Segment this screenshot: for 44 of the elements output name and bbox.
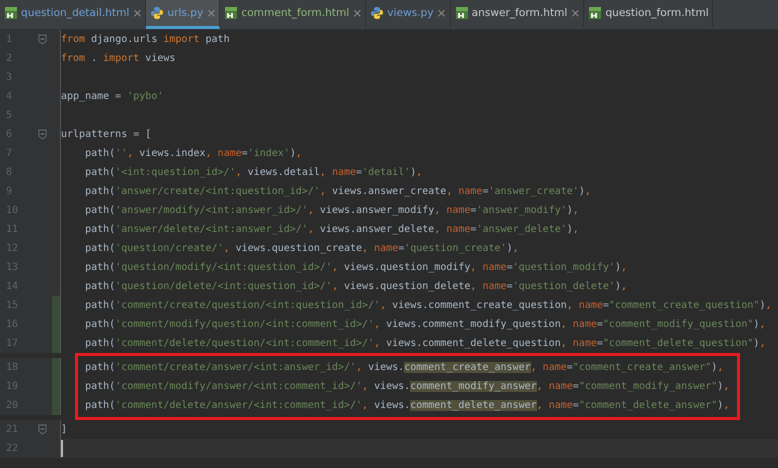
code-line: path('question/create/', views.question_create, name='question_create'), [84, 243, 519, 254]
html-file-icon [224, 6, 238, 20]
close-icon[interactable]: × [570, 6, 580, 20]
html-file-icon [4, 6, 18, 20]
html-file-icon [588, 6, 602, 20]
code-line: path('', views.index, name='index'), [84, 148, 302, 159]
code-line: from django.urls import path [61, 34, 230, 45]
editor-tab[interactable]: question_form.html [584, 0, 713, 29]
tab-label: views.py [387, 7, 434, 19]
code-line: path('answer/create/<int:question_id>/', views.answer_create, name='answer_create'), [84, 186, 591, 197]
tab-label: question_detail.html [21, 7, 130, 19]
editor-tab[interactable]: views.py × [366, 0, 451, 29]
html-file-icon [454, 6, 469, 20]
tab-label: urls.py [167, 7, 204, 19]
tab-label: comment_form.html [241, 7, 350, 19]
code-line: urlpatterns = [ [61, 129, 152, 140]
code-line: path('comment/modify/answer/<int:comment_id>/', views.comment_modify_answer, name="comment_modify_answer"), [84, 381, 730, 392]
code-line: ] [61, 424, 68, 435]
code-line: path('comment/create/answer/<int:answer_id>/', views.comment_create_answer, name="comment_create_answer"), [84, 362, 724, 373]
code-line: path('comment/modify/question/<int:comment_id>/', views.comment_modify_question, name="comment_modify_question"), [84, 319, 766, 330]
python-file-icon [370, 6, 384, 20]
python-file-icon [150, 6, 164, 20]
close-icon[interactable]: × [206, 6, 216, 20]
code-line: path('comment/delete/answer/<int:comment_id>/', views.comment_delete_answer, name="comment_delete_answer"), [84, 400, 730, 411]
tab-label: answer_form.html [472, 7, 568, 19]
code-line: path('question/delete/<int:question_id>/', views.question_delete, name='question_delete'), [84, 281, 628, 292]
code-line: from . import views [61, 53, 176, 64]
code-line: path('question/modify/<int:question_id>/', views.question_modify, name='question_modify'), [84, 262, 628, 273]
code-line: path('<int:question_id>/', views.detail, name='detail'), [84, 167, 422, 178]
code-line: path('answer/delete/<int:answer_id>/', views.answer_delete, name='answer_delete'), [84, 224, 579, 235]
close-icon[interactable]: × [132, 6, 142, 20]
code-line: path('answer/modify/<int:answer_id>/', views.answer_modify, name='answer_modify'), [84, 205, 579, 216]
close-icon[interactable]: × [352, 6, 362, 20]
fold-icon[interactable] [38, 129, 48, 140]
fold-icon[interactable] [38, 34, 48, 45]
code-line: path('comment/delete/question/<int:comment_id>/', views.comment_delete_question, name="comment_delete_question"), [84, 338, 766, 349]
fold-icon[interactable] [38, 424, 48, 435]
close-icon[interactable]: × [436, 6, 447, 20]
editor-tab[interactable]: comment_form.html × [220, 0, 366, 29]
code-line: path('comment/create/question/<int:question_id>/', views.comment_create_question, name="comment_create_question"), [84, 300, 772, 311]
editor-tab[interactable]: urls.py × [146, 0, 220, 29]
editor-tab[interactable]: answer_form.html × [450, 0, 584, 29]
tab-label: question_form.html [605, 7, 709, 19]
code-line: app_name = 'pybo' [61, 91, 164, 102]
